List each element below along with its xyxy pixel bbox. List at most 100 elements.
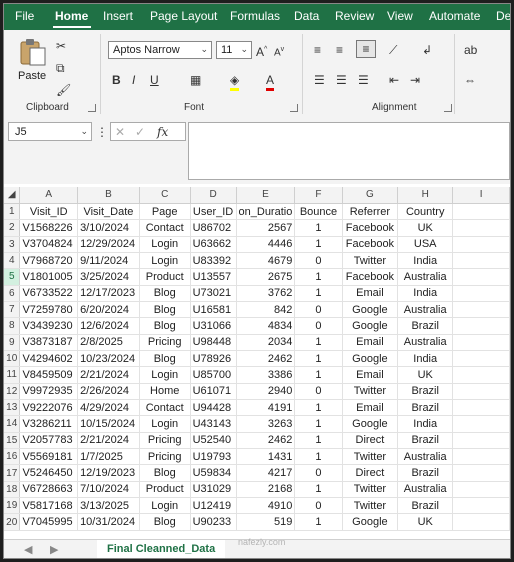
scroll-left-icon[interactable]: ◀ xyxy=(24,543,32,556)
cell[interactable]: U90233 xyxy=(190,513,237,531)
cell[interactable]: Pricing xyxy=(139,448,191,466)
cell[interactable]: Email xyxy=(342,366,399,384)
cell[interactable]: V9972935 xyxy=(19,383,79,400)
wrap-ab-icon[interactable]: ab xyxy=(464,42,477,58)
borders-icon[interactable]: ▦ xyxy=(190,72,201,88)
cell[interactable] xyxy=(452,432,510,450)
font-color-icon[interactable]: A xyxy=(266,72,275,91)
cell[interactable]: 2/8/2025 xyxy=(77,334,140,351)
cell[interactable]: India xyxy=(397,252,454,270)
row-header[interactable]: 2 xyxy=(4,219,21,237)
row-header[interactable]: 4 xyxy=(4,252,21,270)
cell[interactable]: U19793 xyxy=(190,448,237,466)
cell[interactable]: Country xyxy=(397,203,454,221)
enter-icon[interactable]: ✓ xyxy=(135,124,145,140)
formula-input[interactable] xyxy=(188,122,510,180)
cell[interactable]: U59834 xyxy=(190,464,237,482)
cell[interactable]: Login xyxy=(139,415,191,433)
cell[interactable]: Login xyxy=(139,252,191,270)
name-box[interactable]: J5 ⌄ xyxy=(8,122,92,141)
column-header[interactable]: E xyxy=(236,187,296,204)
cell[interactable]: Blog xyxy=(139,464,191,482)
row-header[interactable]: 8 xyxy=(4,317,21,335)
row-header[interactable]: 13 xyxy=(4,399,21,417)
cell[interactable]: Visit_Date xyxy=(77,203,140,221)
cell[interactable]: Blog xyxy=(139,350,191,368)
cell[interactable]: V9222076 xyxy=(19,399,79,417)
cell[interactable]: V3439230 xyxy=(19,317,79,335)
cell[interactable]: 0 xyxy=(294,464,343,482)
cell[interactable]: Login xyxy=(139,497,191,515)
align-right-icon[interactable]: ☰ xyxy=(358,72,369,88)
cell[interactable]: 4679 xyxy=(236,252,296,270)
cell[interactable]: Pricing xyxy=(139,432,191,450)
cell[interactable]: Pricing xyxy=(139,334,191,351)
align-top-icon[interactable]: ≡ xyxy=(314,42,321,58)
cell-table[interactable]: ◢ A B C D E F G H I 1 Visit_ID Visit_Date P… xyxy=(4,187,510,531)
cell[interactable]: V2057783 xyxy=(19,432,79,450)
cell[interactable] xyxy=(452,497,510,515)
cell[interactable]: 2168 xyxy=(236,481,296,499)
increase-indent-icon[interactable]: ⇥ xyxy=(410,72,420,88)
row-header[interactable]: 1 xyxy=(4,203,21,221)
cell[interactable]: Australia xyxy=(397,448,454,466)
row-header[interactable]: 18 xyxy=(4,481,21,499)
cell[interactable]: Home xyxy=(139,383,191,400)
cell[interactable]: Referrer xyxy=(342,203,399,221)
cell[interactable]: Australia xyxy=(397,481,454,499)
tab-view[interactable]: View xyxy=(387,9,413,23)
cell[interactable]: Email xyxy=(342,399,399,417)
cell[interactable]: 2675 xyxy=(236,268,296,286)
cell[interactable]: Australia xyxy=(397,334,454,351)
cell[interactable]: U86702 xyxy=(190,219,237,237)
worksheet-grid[interactable]: ◢ A B C D E F G H I 1 Visit_ID Visit_Date P… xyxy=(4,187,510,531)
paste-button[interactable]: Paste xyxy=(16,36,50,86)
cell[interactable] xyxy=(452,268,510,286)
cell[interactable]: 842 xyxy=(236,301,296,319)
cell[interactable]: V3286211 xyxy=(19,415,79,433)
cell[interactable]: 12/6/2024 xyxy=(77,317,140,335)
align-left-icon[interactable]: ☰ xyxy=(314,72,325,88)
cell[interactable]: 4217 xyxy=(236,464,296,482)
cell[interactable]: Brazil xyxy=(397,317,454,335)
row-header[interactable]: 7 xyxy=(4,301,21,319)
cell[interactable]: 4834 xyxy=(236,317,296,335)
cell[interactable]: 1 xyxy=(294,415,343,433)
row-header[interactable]: 16 xyxy=(4,448,21,466)
column-header[interactable]: A xyxy=(19,187,79,204)
cell[interactable]: Facebook xyxy=(342,219,399,237)
cell[interactable] xyxy=(452,301,510,319)
wrap-text-icon[interactable]: ↲ xyxy=(422,42,432,58)
cell[interactable]: Australia xyxy=(397,301,454,319)
cell[interactable]: Facebook xyxy=(342,236,399,253)
underline-icon[interactable]: U xyxy=(150,72,159,88)
cell[interactable] xyxy=(452,399,510,417)
cell[interactable]: U61071 xyxy=(190,383,237,400)
cell[interactable] xyxy=(452,252,510,270)
tab-file[interactable]: File xyxy=(15,9,34,23)
tab-formulas[interactable]: Formulas xyxy=(230,9,280,23)
cell[interactable]: V3873187 xyxy=(19,334,79,351)
cell[interactable]: Google xyxy=(342,415,399,433)
row-header[interactable]: 12 xyxy=(4,383,21,400)
cell[interactable]: on_Duratio xyxy=(236,203,296,221)
cell[interactable]: 3/10/2024 xyxy=(77,219,140,237)
row-header[interactable]: 9 xyxy=(4,334,21,351)
cell[interactable]: 7/10/2024 xyxy=(77,481,140,499)
cell[interactable]: Australia xyxy=(397,268,454,286)
cut-icon[interactable]: ✂ xyxy=(56,38,66,54)
cell[interactable]: Brazil xyxy=(397,383,454,400)
cell[interactable]: V3704824 xyxy=(19,236,79,253)
cell[interactable]: 2567 xyxy=(236,219,296,237)
cell[interactable] xyxy=(452,236,510,253)
cell[interactable]: Blog xyxy=(139,301,191,319)
row-header[interactable]: 3 xyxy=(4,236,21,253)
cell[interactable]: User_ID xyxy=(190,203,237,221)
cell[interactable]: 1431 xyxy=(236,448,296,466)
insert-function-icon[interactable]: fx xyxy=(157,124,168,140)
fill-color-icon[interactable]: ◈ xyxy=(230,72,240,91)
tab-data[interactable]: Data xyxy=(294,9,319,23)
cell[interactable]: Login xyxy=(139,366,191,384)
cell[interactable]: 4446 xyxy=(236,236,296,253)
cell[interactable]: UK xyxy=(397,513,454,531)
